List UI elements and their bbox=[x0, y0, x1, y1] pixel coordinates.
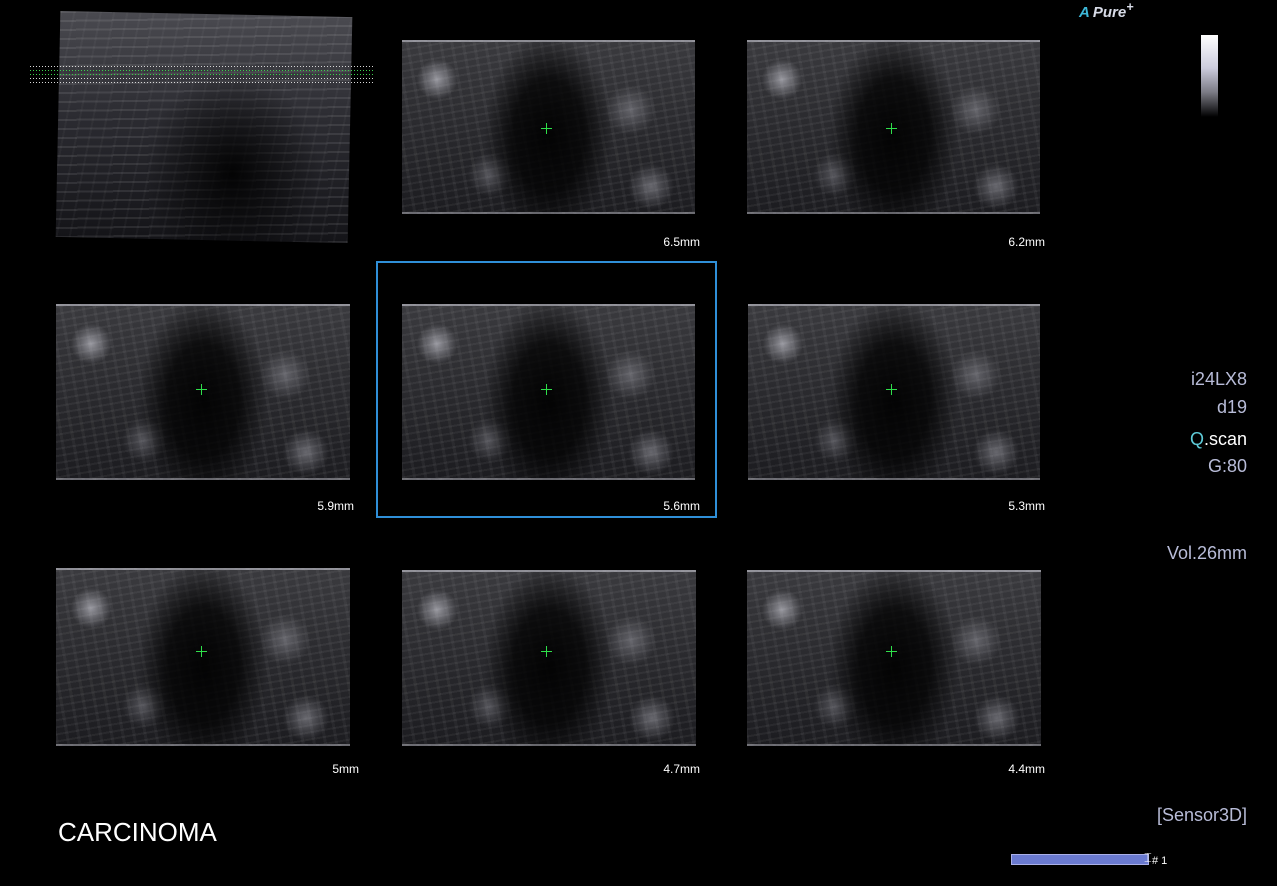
crosshair-icon bbox=[886, 123, 897, 134]
crosshair-icon bbox=[541, 646, 552, 657]
gain-value: G:80 bbox=[1207, 456, 1247, 476]
slice-depth-label: 4.4mm bbox=[1008, 762, 1045, 776]
crosshair-icon bbox=[196, 646, 207, 657]
slice-image-8[interactable] bbox=[747, 570, 1041, 746]
cine-frame-number: # 1 bbox=[1152, 855, 1168, 867]
slice-plane-line-bottom-2 bbox=[30, 82, 374, 83]
crosshair-icon bbox=[886, 384, 897, 395]
crosshair-icon bbox=[541, 123, 552, 134]
volume-value: Vol.26mm bbox=[1166, 543, 1247, 563]
scan-mode: Q.scan bbox=[1190, 429, 1247, 450]
slice-depth-label: 6.5mm bbox=[663, 235, 700, 249]
brand-logo: A Pure+ bbox=[1079, 0, 1134, 21]
crosshair-icon bbox=[196, 384, 207, 395]
grayscale-bar bbox=[1201, 35, 1218, 117]
slice-depth-label: 4.7mm bbox=[663, 762, 700, 776]
annotation-label[interactable]: CARCINOMA bbox=[58, 817, 217, 848]
brand-logo-text: Pure bbox=[1092, 4, 1127, 21]
slice-depth-label: 6.2mm bbox=[1008, 235, 1045, 249]
sensor-mode: [Sensor3D] bbox=[1156, 805, 1247, 825]
slice-plane-line-active-2 bbox=[30, 74, 374, 75]
probe-model: i24LX8 bbox=[1190, 369, 1247, 389]
reference-bmode-image[interactable] bbox=[55, 10, 353, 244]
slice-plane-line-top bbox=[30, 66, 374, 67]
crosshair-icon bbox=[541, 384, 552, 395]
slice-image-6[interactable] bbox=[56, 568, 350, 746]
slice-image-7[interactable] bbox=[402, 570, 696, 746]
scan-mode-prefix: Q bbox=[1189, 429, 1204, 449]
slice-plane-line-active bbox=[30, 70, 374, 71]
crosshair-icon bbox=[886, 646, 897, 657]
scan-mode-suffix: .scan bbox=[1203, 429, 1247, 449]
probe-depth: d19 bbox=[1216, 397, 1247, 417]
brand-logo-mark: A bbox=[1079, 4, 1090, 21]
slice-depth-label: 5mm bbox=[332, 762, 359, 776]
cine-progress-bar[interactable] bbox=[1011, 854, 1149, 865]
slice-depth-label: 5.3mm bbox=[1008, 499, 1045, 513]
slice-depth-label: 5.6mm bbox=[663, 499, 700, 513]
slice-plane-line-bottom bbox=[30, 78, 374, 79]
slice-depth-label: 5.9mm bbox=[317, 499, 354, 513]
brand-logo-sup: + bbox=[1126, 0, 1134, 14]
